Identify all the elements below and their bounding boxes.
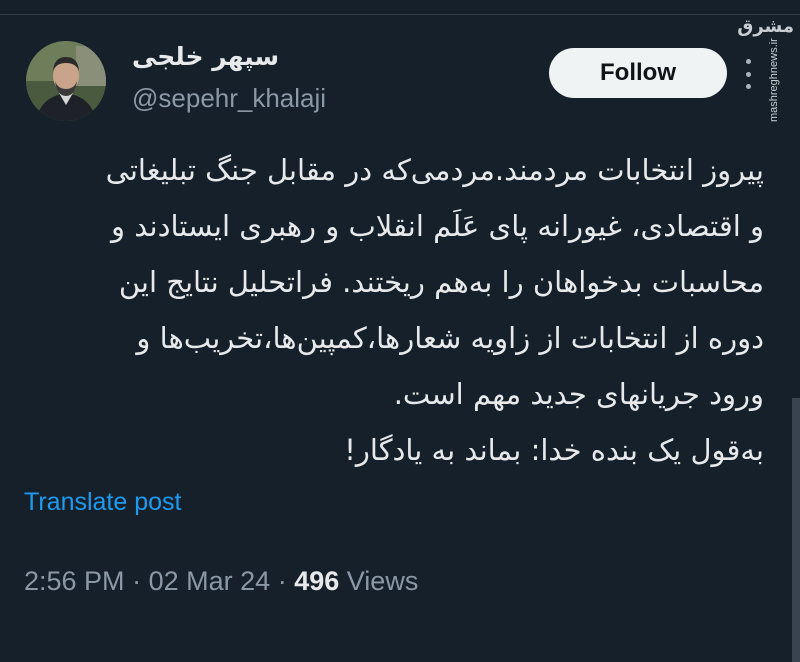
author-handle[interactable]: @sepehr_khalaji xyxy=(132,83,326,114)
top-divider xyxy=(0,14,800,15)
watermark-logo: مشرق xyxy=(737,16,794,37)
scrollbar[interactable] xyxy=(792,398,800,662)
tweet-page: سپهر خلجی @sepehr_khalaji Follow مشرق ma… xyxy=(0,0,800,662)
meta-separator: · xyxy=(277,566,287,596)
avatar[interactable] xyxy=(26,41,106,121)
tweet-line: ورود جریانهای جدید مهم است. xyxy=(393,377,764,411)
meta-separator: · xyxy=(132,566,142,596)
author-display-name[interactable]: سپهر خلجی xyxy=(132,42,279,71)
more-dot xyxy=(745,71,751,77)
more-dot xyxy=(745,59,751,64)
tweet-line: دوره از انتخابات از زاویه شعارها،کمپین‌ه… xyxy=(136,321,764,355)
watermark-site: mashreghnews.ir xyxy=(768,38,780,122)
more-dot xyxy=(745,84,751,89)
tweet-line: و اقتصادی، غیورانه پای عَلَم انقلاب و ره… xyxy=(111,209,764,243)
more-vertical-icon[interactable] xyxy=(736,59,760,89)
translate-post-link[interactable]: Translate post xyxy=(24,488,181,517)
views-count: 496 xyxy=(294,566,340,596)
tweet-text: پیروز انتخابات مردمند.مردمی‌که در مقابل … xyxy=(22,142,764,478)
views-label: Views xyxy=(346,566,419,596)
tweet-line: به‌قول یک بنده خدا: بماند به یادگار! xyxy=(344,433,764,467)
post-time[interactable]: 2:56 PM xyxy=(24,566,125,596)
tweet-line: محاسبات بدخواهان را به‌هم ریختند. فراتحل… xyxy=(118,265,764,299)
tweet-line: پیروز انتخابات مردمند.مردمی‌که در مقابل … xyxy=(105,153,764,187)
tweet-meta: 2:56 PM · 02 Mar 24 · 496 Views xyxy=(24,566,418,597)
post-date[interactable]: 02 Mar 24 xyxy=(149,566,271,596)
follow-button[interactable]: Follow xyxy=(549,48,727,98)
avatar-image xyxy=(26,41,106,121)
